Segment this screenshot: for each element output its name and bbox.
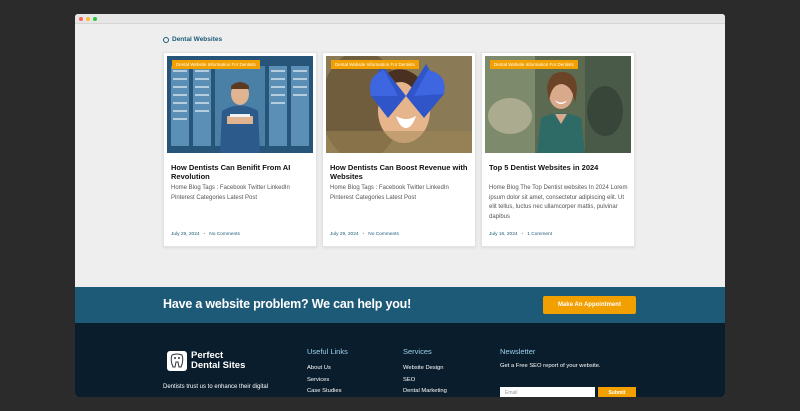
make-appointment-button[interactable]: Make An Appointment xyxy=(543,296,636,314)
meta-separator: • xyxy=(521,232,524,237)
section-heading: Dental Websites xyxy=(163,36,222,43)
browser-window: Dental Websites Dental Website Informati… xyxy=(75,14,725,397)
services-heading: Services xyxy=(403,347,432,356)
meta-separator: • xyxy=(362,232,365,237)
section-title: Dental Websites xyxy=(172,36,223,43)
card-meta: July 29, 2024 • No Comments xyxy=(330,232,399,237)
card-excerpt: Home Blog The Top Dentist websites In 20… xyxy=(489,185,628,220)
category-tag[interactable]: Dental Website Information For Dentists xyxy=(490,60,578,69)
smiling-dentist-image xyxy=(485,56,631,153)
footer-link-case-studies[interactable]: Case Studies xyxy=(307,386,348,397)
post-date: July 29, 2024 xyxy=(171,232,200,237)
category-tag[interactable]: Dental Website Information For Dentists xyxy=(331,60,419,69)
site-logo[interactable]: Perfect Dental Sites xyxy=(166,349,256,373)
circle-icon xyxy=(163,36,169,43)
post-date: July 29, 2024 xyxy=(330,232,359,237)
meta-separator: • xyxy=(203,232,206,237)
logo-text: Perfect Dental Sites xyxy=(191,351,245,371)
blog-card[interactable]: Dental Website Information For Dentists … xyxy=(163,52,317,247)
card-title[interactable]: How Dentists Can Benifit From AI Revolut… xyxy=(171,163,311,181)
blog-card[interactable]: Dental Website Information For Dentists … xyxy=(322,52,476,247)
window-titlebar xyxy=(75,14,725,24)
newsletter-text: Get a Free SEO report of your website. xyxy=(500,363,601,369)
logo-line-2: Dental Sites xyxy=(191,360,246,371)
comments-link[interactable]: 1 Comment xyxy=(527,232,552,237)
post-date: July 16, 2024 xyxy=(489,232,518,237)
category-tag[interactable]: Dental Website Information For Dentists xyxy=(172,60,260,69)
man-at-server-image xyxy=(167,56,313,153)
card-title[interactable]: How Dentists Can Boost Revenue with Webs… xyxy=(330,163,470,181)
tooth-logo-icon xyxy=(167,351,187,371)
card-image[interactable]: Dental Website Information For Dentists xyxy=(326,56,472,153)
comments-link[interactable]: No Comments xyxy=(209,232,240,237)
footer-about-text: Dentists trust us to enhance their digit… xyxy=(163,384,269,390)
cta-banner: Have a website problem? We can help you!… xyxy=(75,287,725,323)
comments-link[interactable]: No Comments xyxy=(368,232,399,237)
site-footer: Perfect Dental Sites Dentists trust us t… xyxy=(75,323,725,397)
services-column: Services Website Design SEO Dental Marke… xyxy=(403,347,447,397)
footer-link-services[interactable]: Services xyxy=(307,375,348,387)
card-title[interactable]: Top 5 Dentist Websites in 2024 xyxy=(489,163,629,172)
blog-card[interactable]: Dental Website Information For Dentists … xyxy=(481,52,635,247)
card-excerpt: Home Blog Tags : Facebook Twitter Linked… xyxy=(330,185,449,201)
card-image[interactable]: Dental Website Information For Dentists xyxy=(167,56,313,153)
banner-heading: Have a website problem? We can help you! xyxy=(163,297,412,311)
newsletter-column: Newsletter Get a Free SEO report of your… xyxy=(500,347,601,369)
newsletter-heading: Newsletter xyxy=(500,347,536,356)
email-input[interactable]: Email xyxy=(500,387,595,397)
card-meta: July 29, 2024 • No Comments xyxy=(171,232,240,237)
page-content: Dental Websites Dental Website Informati… xyxy=(75,24,725,397)
footer-link-seo[interactable]: SEO xyxy=(403,375,447,387)
footer-link-dental-marketing[interactable]: Dental Marketing xyxy=(403,386,447,397)
card-meta: July 16, 2024 • 1 Comment xyxy=(489,232,552,237)
submit-button[interactable]: Submit xyxy=(598,387,636,397)
useful-links-column: Useful Links About Us Services Case Stud… xyxy=(307,347,348,397)
maximize-window-button[interactable] xyxy=(93,17,97,21)
useful-links-heading: Useful Links xyxy=(307,347,348,356)
close-window-button[interactable] xyxy=(79,17,83,21)
footer-link-website-design[interactable]: Website Design xyxy=(403,363,447,375)
minimize-window-button[interactable] xyxy=(86,17,90,21)
heart-hands-image xyxy=(326,56,472,153)
card-image[interactable]: Dental Website Information For Dentists xyxy=(485,56,631,153)
footer-link-about-us[interactable]: About Us xyxy=(307,363,348,375)
card-excerpt: Home Blog Tags : Facebook Twitter Linked… xyxy=(171,185,290,201)
